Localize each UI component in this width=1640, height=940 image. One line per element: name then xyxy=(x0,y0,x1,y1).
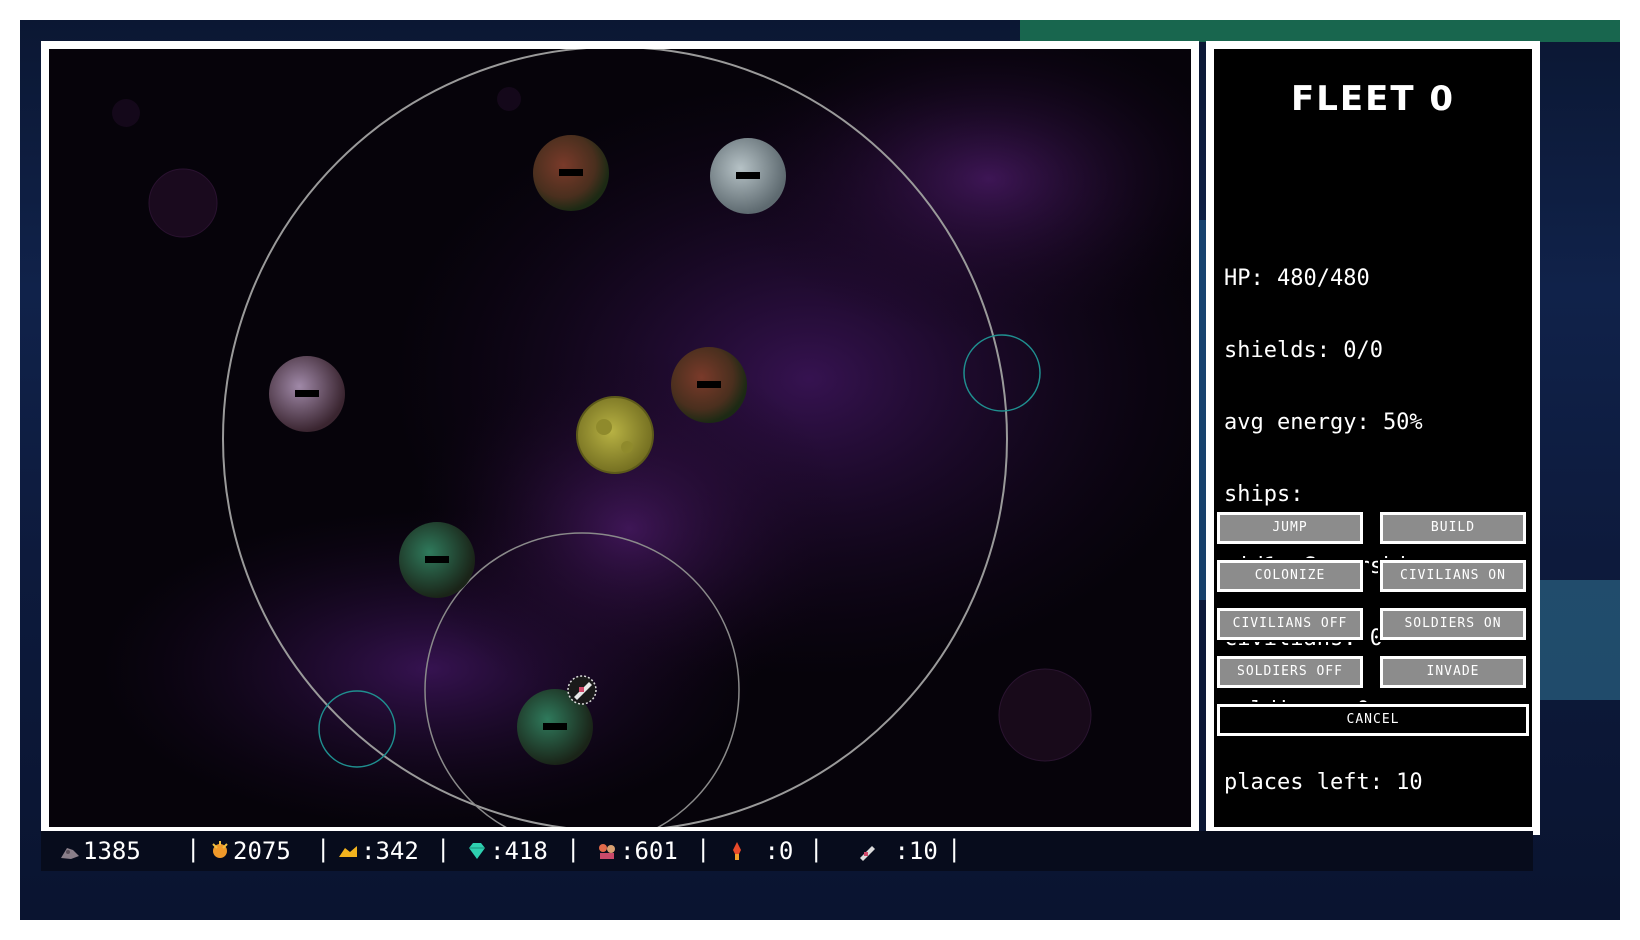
energy-icon xyxy=(212,841,228,858)
resource-rockets: :10 xyxy=(856,837,938,865)
distant-moon xyxy=(998,668,1092,762)
resource-bar: 1385 | 2075 | :342 | :418 | :601 | :0 | … xyxy=(41,831,1533,871)
soldier-icon xyxy=(733,842,741,860)
energy-value: 2075 xyxy=(233,837,291,865)
soldiers-on-button[interactable]: SOLDIERS ON xyxy=(1378,606,1528,642)
cancel-button[interactable]: CANCEL xyxy=(1215,702,1531,738)
fleet-title: FLEET 0 xyxy=(1290,79,1456,119)
nebula-strip xyxy=(1020,20,1620,42)
ore-icon xyxy=(61,848,79,859)
star-map[interactable] xyxy=(41,41,1199,835)
distant-moon xyxy=(497,87,521,111)
resource-population: :601 xyxy=(596,837,678,865)
crystal-value: :418 xyxy=(490,837,548,865)
separator: | xyxy=(809,835,824,863)
separator: | xyxy=(436,835,451,863)
invade-button[interactable]: INVADE xyxy=(1378,654,1528,690)
game-window: FLEET 0 HP: 480/480 shields: 0/0 avg ene… xyxy=(20,20,1620,920)
sun[interactable] xyxy=(576,396,654,474)
colonize-button[interactable]: COLONIZE xyxy=(1215,558,1365,594)
fleet-ship-icon[interactable] xyxy=(567,675,597,705)
resource-gold: :342 xyxy=(337,837,419,865)
population-icon xyxy=(599,844,615,859)
jump-button[interactable]: JUMP xyxy=(1215,510,1365,546)
hp-stat: HP: 480/480 xyxy=(1224,266,1370,291)
resource-soldiers: :0 xyxy=(726,837,793,865)
places-left-stat: places left: 10 xyxy=(1224,770,1423,795)
energy-stat: avg energy: 50% xyxy=(1224,410,1423,435)
separator: | xyxy=(566,835,581,863)
shields-stat: shields: 0/0 xyxy=(1224,338,1383,363)
separator: | xyxy=(316,835,331,863)
soldiers-value: :0 xyxy=(750,837,794,865)
ore-value: 1385 xyxy=(83,837,141,865)
civilians-off-button[interactable]: CIVILIANS OFF xyxy=(1215,606,1365,642)
civilians-on-button[interactable]: CIVILIANS ON xyxy=(1378,558,1528,594)
rockets-value: :10 xyxy=(880,837,938,865)
separator: | xyxy=(947,835,962,863)
ships-label: ships: xyxy=(1224,482,1304,507)
resource-crystal: :418 xyxy=(466,837,548,865)
distant-moon xyxy=(112,99,140,127)
population-value: :601 xyxy=(620,837,678,865)
separator: | xyxy=(696,835,711,863)
distant-moon xyxy=(148,168,218,238)
crystal-icon xyxy=(469,843,485,859)
build-button[interactable]: BUILD xyxy=(1378,510,1528,546)
fleet-panel: FLEET 0 HP: 480/480 shields: 0/0 avg ene… xyxy=(1206,41,1540,835)
planet[interactable] xyxy=(671,347,747,423)
rocket-icon xyxy=(860,846,875,861)
separator: | xyxy=(186,835,201,863)
resource-ore: 1385 xyxy=(59,837,141,865)
soldiers-off-button[interactable]: SOLDIERS OFF xyxy=(1215,654,1365,690)
planet[interactable] xyxy=(399,522,475,598)
planet[interactable] xyxy=(269,356,345,432)
resource-energy: 2075 xyxy=(209,837,291,865)
planet[interactable] xyxy=(533,135,609,211)
gold-value: :342 xyxy=(361,837,419,865)
planet[interactable] xyxy=(710,138,786,214)
gold-icon xyxy=(339,846,357,857)
